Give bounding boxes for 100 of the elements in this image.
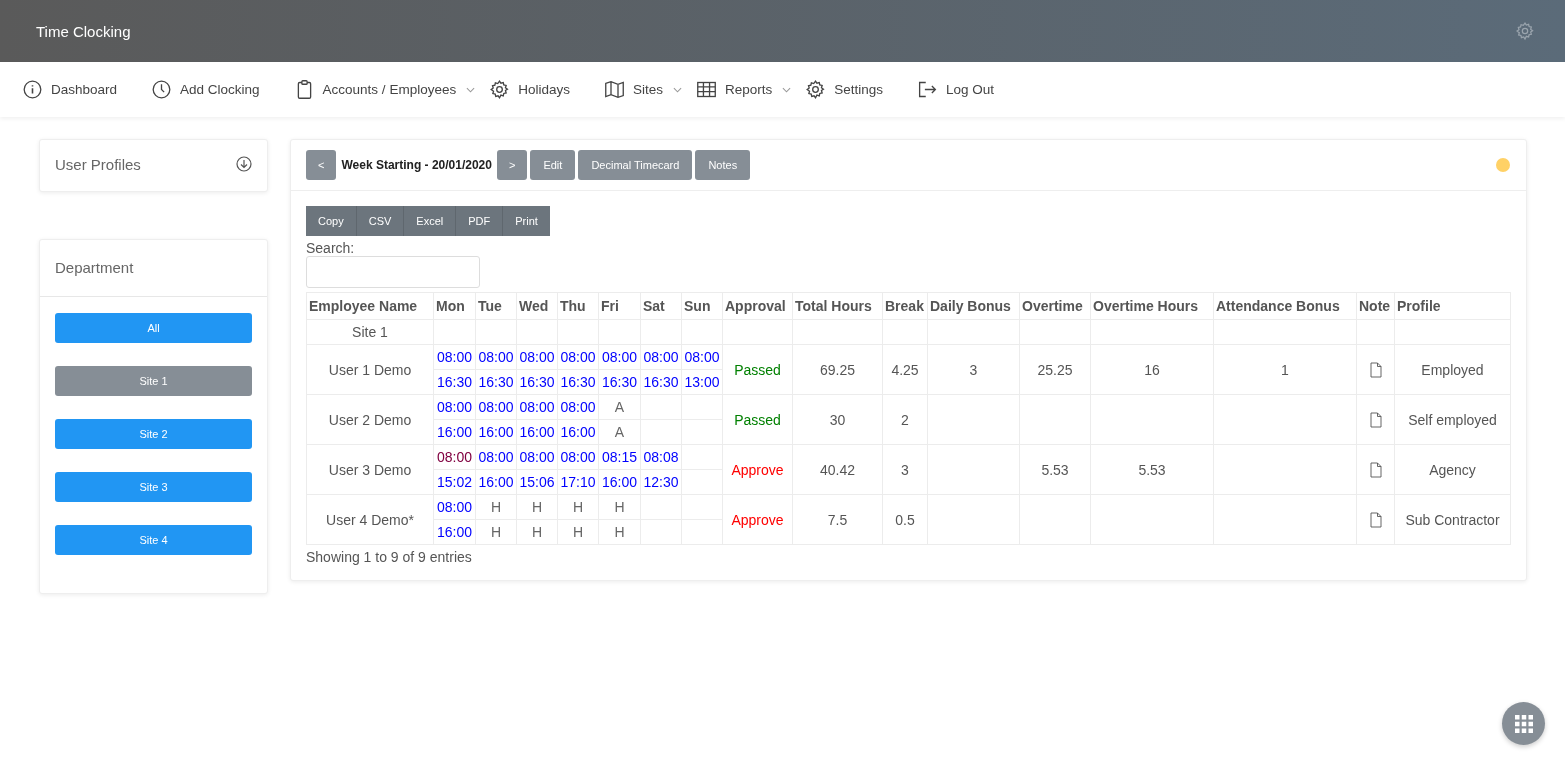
table-cell: 16 <box>1090 344 1214 395</box>
time-cell: H <box>598 519 641 545</box>
time-cell: 16:00 <box>475 469 517 495</box>
document-icon[interactable] <box>1369 512 1382 529</box>
time-cell: 08:00 <box>681 344 723 370</box>
status-dot <box>1496 158 1510 172</box>
info-icon <box>22 79 43 100</box>
time-cell: H <box>557 494 599 520</box>
time-cell: 16:00 <box>598 469 641 495</box>
table-cell: 30 <box>792 394 883 445</box>
export-button[interactable]: Copy <box>306 206 357 236</box>
time-cell: 16:30 <box>516 369 558 395</box>
time-cell: 16:30 <box>475 369 517 395</box>
time-cell: 08:00 <box>433 394 476 420</box>
entries-info: Showing 1 to 9 of 9 entries <box>306 549 472 565</box>
apps-button[interactable] <box>1502 702 1545 745</box>
column-header[interactable]: Employee Name <box>306 292 434 320</box>
table-cell: 40.42 <box>792 444 883 495</box>
time-cell: 08:00 <box>475 344 517 370</box>
column-header[interactable]: Fri <box>598 292 641 320</box>
caret-icon <box>782 86 792 93</box>
time-cell: A <box>598 419 641 445</box>
search-field[interactable] <box>306 256 480 288</box>
gear-icon <box>805 79 827 100</box>
time-cell: H <box>516 519 558 545</box>
time-cell: H <box>598 494 641 520</box>
search-label: Search: <box>306 240 355 256</box>
time-cell: 08:00 <box>557 444 599 470</box>
column-header[interactable]: Sat <box>640 292 682 320</box>
nav-link[interactable]: Dashboard <box>22 79 118 100</box>
column-header[interactable]: Overtime <box>1019 292 1091 320</box>
column-header[interactable]: Total Hours <box>792 292 883 320</box>
time-cell: H <box>557 519 599 545</box>
time-cell: 16:30 <box>640 369 682 395</box>
table-cell: 0.5 <box>882 494 928 545</box>
nav-link[interactable]: Log Out <box>917 79 995 100</box>
profile-cell: Sub Contractor <box>1394 494 1511 545</box>
time-cell: 08:00 <box>516 394 558 420</box>
time-cell: 08:00 <box>557 344 599 370</box>
nav-link[interactable]: Sites <box>603 79 682 100</box>
download-icon[interactable] <box>236 156 252 172</box>
time-cell: 08:00 <box>433 344 476 370</box>
approval-cell[interactable]: Approve <box>722 444 793 495</box>
table-cell: 3 <box>882 444 928 495</box>
column-header[interactable]: Daily Bonus <box>927 292 1020 320</box>
column-header[interactable]: Sun <box>681 292 723 320</box>
grid-icon <box>1513 713 1534 734</box>
column-header[interactable]: Mon <box>433 292 476 320</box>
column-header[interactable]: Attendance Bonus <box>1213 292 1357 320</box>
time-cell: 08:00 <box>433 444 476 470</box>
column-header[interactable]: Break <box>882 292 928 320</box>
approval-cell[interactable]: Passed <box>722 394 793 445</box>
gear-icon <box>489 79 511 100</box>
column-header[interactable]: Tue <box>475 292 517 320</box>
card-title: Department <box>55 259 134 276</box>
table-cell: 69.25 <box>792 344 883 395</box>
time-cell: 15:06 <box>516 469 558 495</box>
nav-link[interactable]: Add Clocking <box>151 79 260 100</box>
card-title: User Profiles <box>55 156 141 175</box>
time-cell: 08:00 <box>557 394 599 420</box>
nav-link[interactable]: Settings <box>805 79 884 100</box>
week-label: Week Starting - 20/01/2020 <box>341 158 492 172</box>
document-icon[interactable] <box>1369 412 1382 429</box>
table-icon <box>695 79 717 100</box>
table-cell: 5.53 <box>1090 444 1214 495</box>
approval-cell[interactable]: Passed <box>722 344 793 395</box>
time-cell: H <box>516 494 558 520</box>
map-icon <box>603 79 625 100</box>
time-cell: A <box>598 394 641 420</box>
document-icon[interactable] <box>1369 362 1382 379</box>
employee-name-cell: User 1 Demo <box>306 344 434 395</box>
clock-icon <box>151 79 173 100</box>
table-cell: 7.5 <box>792 494 883 545</box>
time-cell: 16:30 <box>557 369 599 395</box>
nav-link[interactable]: Accounts / Employees <box>293 79 476 100</box>
time-cell: 08:00 <box>475 444 517 470</box>
column-header[interactable]: Note <box>1356 292 1395 320</box>
document-icon[interactable] <box>1369 462 1382 479</box>
column-header[interactable]: Approval <box>722 292 793 320</box>
time-cell: 08:00 <box>598 344 641 370</box>
time-cell: H <box>475 494 517 520</box>
time-cell: 16:30 <box>598 369 641 395</box>
time-cell: 08:00 <box>516 444 558 470</box>
column-header[interactable]: Profile <box>1394 292 1511 320</box>
nav-link[interactable]: Reports <box>695 79 792 100</box>
column-header[interactable]: Wed <box>516 292 558 320</box>
time-cell: 16:00 <box>516 419 558 445</box>
time-cell: 08:15 <box>598 444 641 470</box>
group-cell: Site 1 <box>306 319 434 345</box>
table-cell: 25.25 <box>1019 344 1091 395</box>
time-cell: 08:00 <box>433 494 476 520</box>
employee-name-cell: User 4 Demo* <box>306 494 434 545</box>
time-cell: 16:00 <box>475 419 517 445</box>
time-cell: 15:02 <box>433 469 476 495</box>
column-header[interactable]: Overtime Hours <box>1090 292 1214 320</box>
approval-cell[interactable]: Approve <box>722 494 793 545</box>
nav-link[interactable]: Holidays <box>489 79 570 100</box>
column-header[interactable]: Thu <box>557 292 599 320</box>
time-cell: H <box>475 519 517 545</box>
time-cell: 08:08 <box>640 444 682 470</box>
